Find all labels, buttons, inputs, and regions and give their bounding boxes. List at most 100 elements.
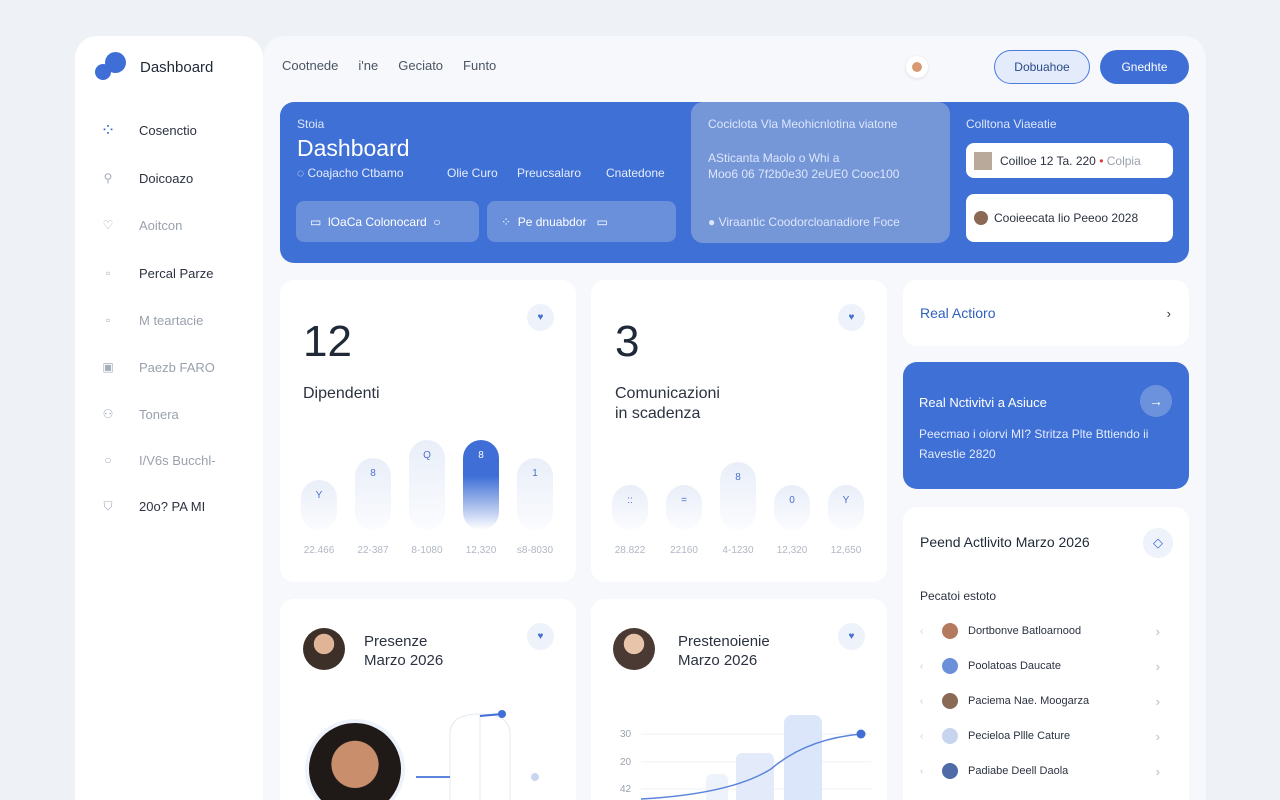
hero-title: Dashboard <box>297 135 410 161</box>
sidebar-item[interactable]: ⁘ Cosenctio <box>95 116 255 144</box>
hero-pill-button[interactable]: ⁘ Pe dnuabdor ▭ <box>487 201 676 242</box>
bar[interactable]: :: <box>612 485 648 530</box>
stat-value: 12 <box>303 317 352 366</box>
card-icon: ▭ <box>310 214 322 229</box>
person-photo <box>305 719 405 800</box>
topnav-item[interactable]: Geciato <box>398 58 443 73</box>
tag-icon: ▫ <box>105 313 111 327</box>
sidebar-item[interactable]: ⚇ Tonera <box>95 400 255 428</box>
sidebar-item[interactable]: ⛉ 20o? PA MI <box>95 492 255 520</box>
stat-card-communications: ♥ 3 Comunicazioni in scadenza :: 28.822 = 2… <box>591 280 887 582</box>
list-item[interactable]: ‹ Dortbonve Batloarnood › <box>920 619 1160 643</box>
avatar <box>613 628 655 670</box>
avatar <box>942 728 958 744</box>
hero-info-card[interactable]: Cooieecata lio Peeoo 2028 <box>966 194 1173 242</box>
circle-icon: ○ <box>104 453 112 467</box>
bar[interactable]: 0 <box>774 485 810 530</box>
bar[interactable]: 8 <box>720 462 756 530</box>
circle-icon: ○ <box>433 214 441 229</box>
diamond-icon[interactable]: ◇ <box>1143 528 1173 558</box>
sidebar-item[interactable]: ▫ M teartacie <box>95 306 255 334</box>
hero-mid-text: Moo6 06 7f2b0e30 2eUE0 Cooc100 <box>708 167 900 181</box>
list-item[interactable]: ‹ Paciema Nae. Moogarza › <box>920 689 1160 713</box>
heart-icon[interactable]: ♥ <box>838 623 865 650</box>
hero-subtitle: ◌ Coajacho Ctbamo <box>297 166 404 180</box>
sidebar-item[interactable]: ⚲ Doicoazo <box>95 164 255 192</box>
avatar <box>942 658 958 674</box>
bar-label: 22.466 <box>303 545 335 556</box>
chevron-right-icon: › <box>1155 693 1160 709</box>
shield-icon: ⛉ <box>103 498 113 513</box>
bar-label: 22-387 <box>357 545 389 556</box>
sidebar-item-label: I/V6s Bucchl- <box>139 452 216 468</box>
stat-label: Comunicazioni <box>615 385 720 402</box>
topnav-item[interactable]: i'ne <box>358 58 378 73</box>
dot-icon: • <box>1099 153 1104 168</box>
heart-icon[interactable]: ♥ <box>838 304 865 331</box>
list-item-label: Dortbonve Batloarnood <box>968 625 1082 637</box>
chevron-left-icon: ‹ <box>920 660 924 672</box>
logo-icon <box>95 52 127 84</box>
bar-label: 22160 <box>670 545 698 556</box>
bar-label: 12,320 <box>465 545 497 556</box>
bar-label: 12,320 <box>776 545 808 556</box>
list-item[interactable]: ‹ Poolatoas Daucate › <box>920 654 1160 678</box>
grid-dots-icon: ⁘ <box>100 119 116 140</box>
bar-label: 4-1230 <box>722 545 754 556</box>
avatar <box>942 623 958 639</box>
highlight-text: Peecmao i oiorvi MI? Stritza Plte Bttien… <box>919 427 1149 441</box>
list-item[interactable]: ‹ Pecieloa Pllle Cature › <box>920 724 1160 748</box>
chevron-left-icon: ‹ <box>920 625 924 637</box>
bar[interactable]: 1 <box>517 458 553 530</box>
sidebar-item-label: M teartacie <box>139 312 204 328</box>
top-navigation: Cootnede i'ne Geciato Funto <box>282 58 496 73</box>
bar[interactable]: Y <box>301 480 337 530</box>
bar[interactable]: Q <box>409 440 445 530</box>
bar-label: s8-8030 <box>516 545 554 556</box>
bar[interactable]: Y <box>828 485 864 530</box>
hero-eyebrow: Stoia <box>297 117 325 131</box>
sidebar-item-label: Percal Parze <box>139 265 214 281</box>
hero-mid-title: Cociclota Vla Meohicnlotina viatone <box>708 117 898 131</box>
y-tick: 30 <box>620 729 632 740</box>
stat-label: Dipendenti <box>303 385 380 402</box>
card-title: Presenze <box>364 633 428 650</box>
chevron-right-icon: › <box>1155 623 1160 639</box>
sidebar-item[interactable]: ▫ Percal Parze <box>95 259 255 287</box>
sidebar-item[interactable]: ▣ Paezb FARO <box>95 353 255 381</box>
secondary-button[interactable]: Dobuahoe <box>994 50 1090 84</box>
calendar-icon: ▣ <box>102 360 114 374</box>
avatar <box>303 628 345 670</box>
arrow-right-icon[interactable]: → <box>1140 385 1172 417</box>
avatar <box>942 763 958 779</box>
thumbnail-icon <box>974 151 992 170</box>
stat-value: 3 <box>615 317 640 366</box>
hero-info-card[interactable]: Coilloe 12 Ta. 220 • Colpia <box>966 143 1173 178</box>
list-item-label: Paciema Nae. Moogarza <box>968 695 1090 707</box>
user-avatar[interactable] <box>906 56 928 78</box>
stat-label: in scadenza <box>615 405 701 422</box>
sidebar-item[interactable]: ♡ Aoitcon <box>95 211 255 239</box>
topnav-item[interactable]: Funto <box>463 58 496 73</box>
stat-card-employees: ♥ 12 Dipendenti Y 22.466 8 22-387 Q 8-1080 8 12… <box>280 280 576 582</box>
action-label: Real Actiorо <box>920 305 996 321</box>
bar[interactable]: = <box>666 485 702 530</box>
activity-highlight-card: Real Nctivitvi a Asiuce → Peecmao i oior… <box>903 362 1189 489</box>
list-item-label: Pecieloa Pllle Cature <box>968 730 1071 742</box>
action-card[interactable]: Real Actiorо › <box>903 280 1189 346</box>
hero-mid-text: ASticanta Maolo o Whi a <box>708 151 840 165</box>
topnav-item[interactable]: Cootnede <box>282 58 338 73</box>
hero-pill-button[interactable]: ▭ lOaCa Colonocard ○ <box>296 201 479 242</box>
activity-title: Peend Actlivito Marzo 2026 <box>920 534 1090 550</box>
heart-icon[interactable]: ♥ <box>527 623 554 650</box>
list-item-label: Poolatoas Daucate <box>968 660 1061 672</box>
performance-chart <box>641 715 871 800</box>
list-item[interactable]: ‹ Padiabe Deell Daola › <box>920 759 1160 783</box>
bar[interactable]: 8 <box>355 458 391 530</box>
heart-icon[interactable]: ♥ <box>527 304 554 331</box>
bar[interactable]: 8 <box>463 440 499 530</box>
bar-label: 12,650 <box>830 545 862 556</box>
primary-button[interactable]: Gnedhte <box>1100 50 1189 84</box>
sidebar-item[interactable]: ○ I/V6s Bucchl- <box>95 446 255 474</box>
avatar <box>974 211 988 225</box>
